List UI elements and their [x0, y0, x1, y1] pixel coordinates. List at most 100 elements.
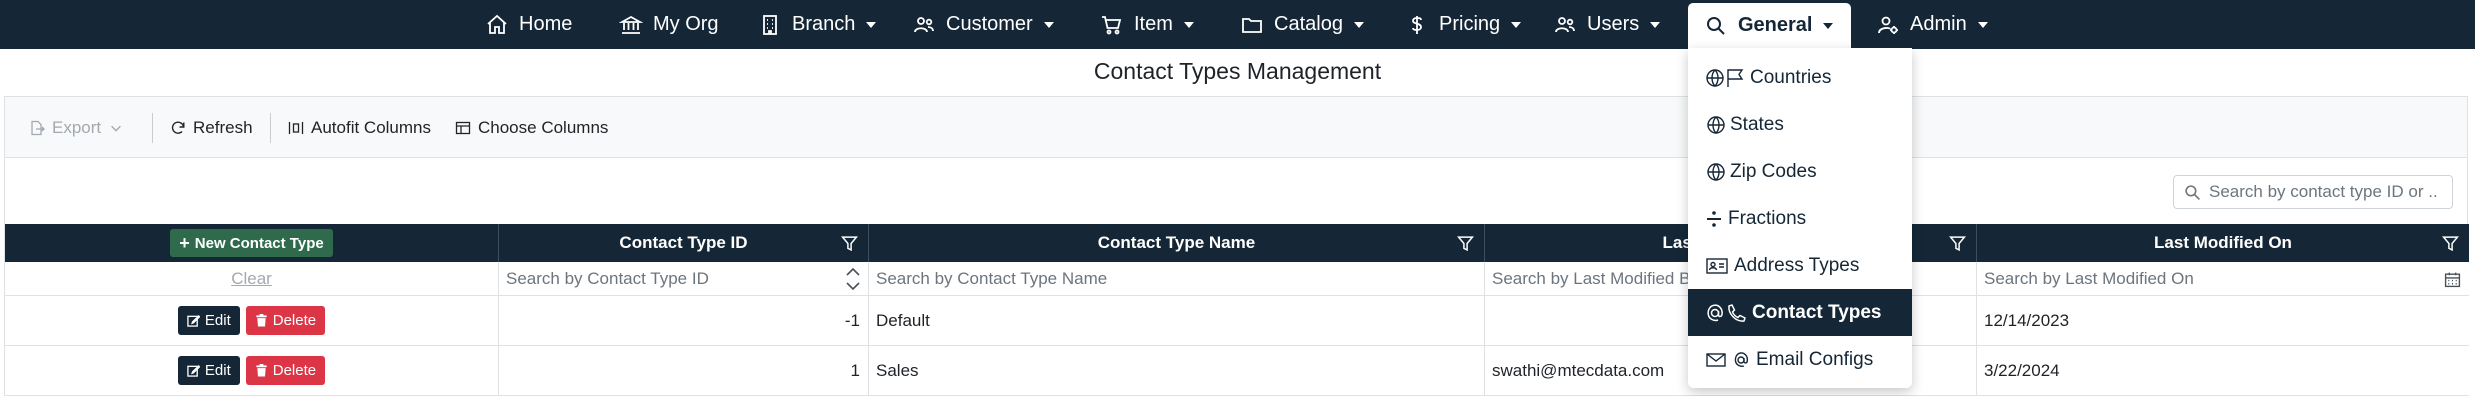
- nav-home[interactable]: Home: [485, 0, 572, 49]
- cell-last-modified-on: 3/22/2024: [1984, 360, 2060, 380]
- nav-item-label: Item: [1134, 13, 1173, 35]
- menu-item-address-types[interactable]: Address Types: [1688, 242, 1912, 289]
- grid-search[interactable]: [2173, 175, 2453, 209]
- filter-icon[interactable]: [2442, 235, 2459, 252]
- autofit-columns-button[interactable]: Autofit Columns: [288, 97, 431, 158]
- grid-search-input[interactable]: [2209, 182, 2439, 202]
- nav-general-label: General: [1738, 14, 1813, 36]
- grid-toolbar: Export Refresh Autofit Columns Choose Co…: [5, 97, 2467, 158]
- menu-item-zip-codes[interactable]: Zip Codes: [1688, 148, 1912, 195]
- nav-admin-label: Admin: [1910, 13, 1967, 35]
- delete-button[interactable]: Delete: [245, 356, 326, 385]
- column-header-label: Contact Type ID: [619, 233, 748, 252]
- nav-my-org-label: My Org: [653, 13, 719, 35]
- delete-button[interactable]: Delete: [245, 306, 326, 335]
- toolbar-divider: [270, 113, 271, 143]
- filter-placeholder: Search by Last Modified By: [1492, 268, 1699, 288]
- at-phone-icon: [1707, 303, 1746, 322]
- number-spinner-icon[interactable]: [844, 264, 862, 294]
- people-icon: [1555, 16, 1575, 32]
- page-title: Contact Types Management: [1093, 58, 1382, 84]
- edit-icon: [187, 314, 200, 327]
- row-actions: Edit Delete: [5, 346, 499, 395]
- cell-contact-type-name: Default: [869, 296, 1485, 345]
- file-export-icon: [31, 120, 45, 135]
- filter-icon[interactable]: [1949, 235, 1966, 252]
- menu-item-label: Email Configs: [1756, 348, 1874, 370]
- chevron-down-icon: [1353, 21, 1364, 28]
- menu-item-label: Countries: [1750, 66, 1832, 88]
- menu-item-email-configs[interactable]: Email Configs: [1688, 336, 1912, 383]
- edit-button[interactable]: Edit: [177, 306, 240, 335]
- cell-last-modified-on: 12/14/2023: [1984, 310, 2070, 330]
- nav-catalog-label: Catalog: [1274, 13, 1343, 35]
- cell-contact-type-id: -1: [499, 296, 869, 345]
- edit-button[interactable]: Edit: [177, 356, 240, 385]
- chevron-down-icon: [1650, 21, 1661, 28]
- menu-item-fractions[interactable]: Fractions: [1688, 195, 1912, 242]
- nav-item[interactable]: Item: [1100, 0, 1194, 49]
- column-header-contact-type-name[interactable]: Contact Type Name: [869, 224, 1485, 262]
- filter-icon[interactable]: [1457, 235, 1474, 252]
- menu-item-label: Fractions: [1728, 207, 1807, 229]
- trash-icon: [256, 364, 267, 377]
- clear-filters-link[interactable]: Clear: [231, 269, 272, 289]
- filter-icon[interactable]: [841, 235, 858, 252]
- filter-last-modified-on[interactable]: Search by Last Modified On: [1977, 262, 2469, 295]
- nav-admin[interactable]: Admin: [1876, 0, 1988, 49]
- actions-header: + New Contact Type: [5, 224, 499, 262]
- chevron-down-icon: [1511, 21, 1522, 28]
- nav-general[interactable]: General: [1688, 3, 1852, 48]
- nav-customer-label: Customer: [946, 13, 1033, 35]
- menu-item-label: Contact Types: [1752, 301, 1882, 323]
- nav-users[interactable]: Users: [1553, 0, 1661, 49]
- trash-icon: [256, 314, 267, 327]
- people-icon: [914, 16, 934, 32]
- globe-flag-icon: [1706, 68, 1744, 87]
- menu-item-states[interactable]: States: [1688, 101, 1912, 148]
- filter-contact-type-name[interactable]: Search by Contact Type Name: [869, 262, 1485, 295]
- filter-placeholder: Search by Contact Type Name: [876, 268, 1108, 288]
- house-icon: [487, 14, 507, 34]
- chevron-down-icon: [1183, 21, 1194, 28]
- nav-my-org[interactable]: My Org: [619, 0, 719, 49]
- filter-contact-type-id[interactable]: Search by Contact Type ID: [499, 262, 869, 295]
- new-contact-type-button[interactable]: + New Contact Type: [170, 229, 333, 257]
- toolbar-divider: [152, 113, 153, 143]
- grid-panel: Export Refresh Autofit Columns Choose Co…: [4, 96, 2469, 396]
- menu-item-label: States: [1730, 113, 1784, 135]
- autofit-icon: [288, 121, 304, 134]
- dollar-icon: [1412, 15, 1422, 34]
- chevron-down-icon: [866, 21, 877, 28]
- clear-filters-cell: Clear: [5, 262, 499, 295]
- column-header-label: Last Modified On: [2154, 233, 2292, 252]
- nav-customer[interactable]: Customer: [912, 0, 1054, 49]
- refresh-button[interactable]: Refresh: [170, 97, 253, 158]
- plus-icon: +: [179, 233, 190, 253]
- export-button[interactable]: Export: [29, 97, 123, 158]
- nav-catalog[interactable]: Catalog: [1240, 0, 1364, 49]
- general-dropdown-menu: Countries States Zip Codes Fractions Add…: [1688, 48, 1912, 388]
- menu-item-countries[interactable]: Countries: [1688, 54, 1912, 101]
- column-header-contact-type-id[interactable]: Contact Type ID: [499, 224, 869, 262]
- person-gear-icon: [1878, 16, 1898, 34]
- chevron-down-icon: [1977, 21, 1988, 28]
- search-icon: [2185, 184, 2200, 200]
- calendar-icon[interactable]: [2444, 271, 2461, 288]
- nav-users-label: Users: [1587, 13, 1640, 35]
- filter-row: Clear Search by Contact Type ID Search b…: [5, 262, 2469, 296]
- export-label: Export: [52, 117, 102, 137]
- cart-icon: [1102, 15, 1122, 34]
- nav-pricing[interactable]: Pricing: [1405, 0, 1522, 49]
- chevron-down-icon: [1043, 21, 1054, 28]
- envelope-at-icon: [1706, 351, 1749, 367]
- edit-icon: [187, 364, 200, 377]
- folder-icon: [1242, 17, 1262, 33]
- menu-item-label: Address Types: [1734, 254, 1860, 276]
- choose-columns-button[interactable]: Choose Columns: [455, 97, 608, 158]
- filter-placeholder: Search by Contact Type ID: [506, 268, 709, 288]
- nav-branch-label: Branch: [792, 13, 856, 35]
- menu-item-contact-types[interactable]: Contact Types: [1688, 289, 1912, 336]
- column-header-last-modified-on[interactable]: Last Modified On: [1977, 224, 2469, 262]
- nav-branch[interactable]: Branch: [758, 0, 877, 49]
